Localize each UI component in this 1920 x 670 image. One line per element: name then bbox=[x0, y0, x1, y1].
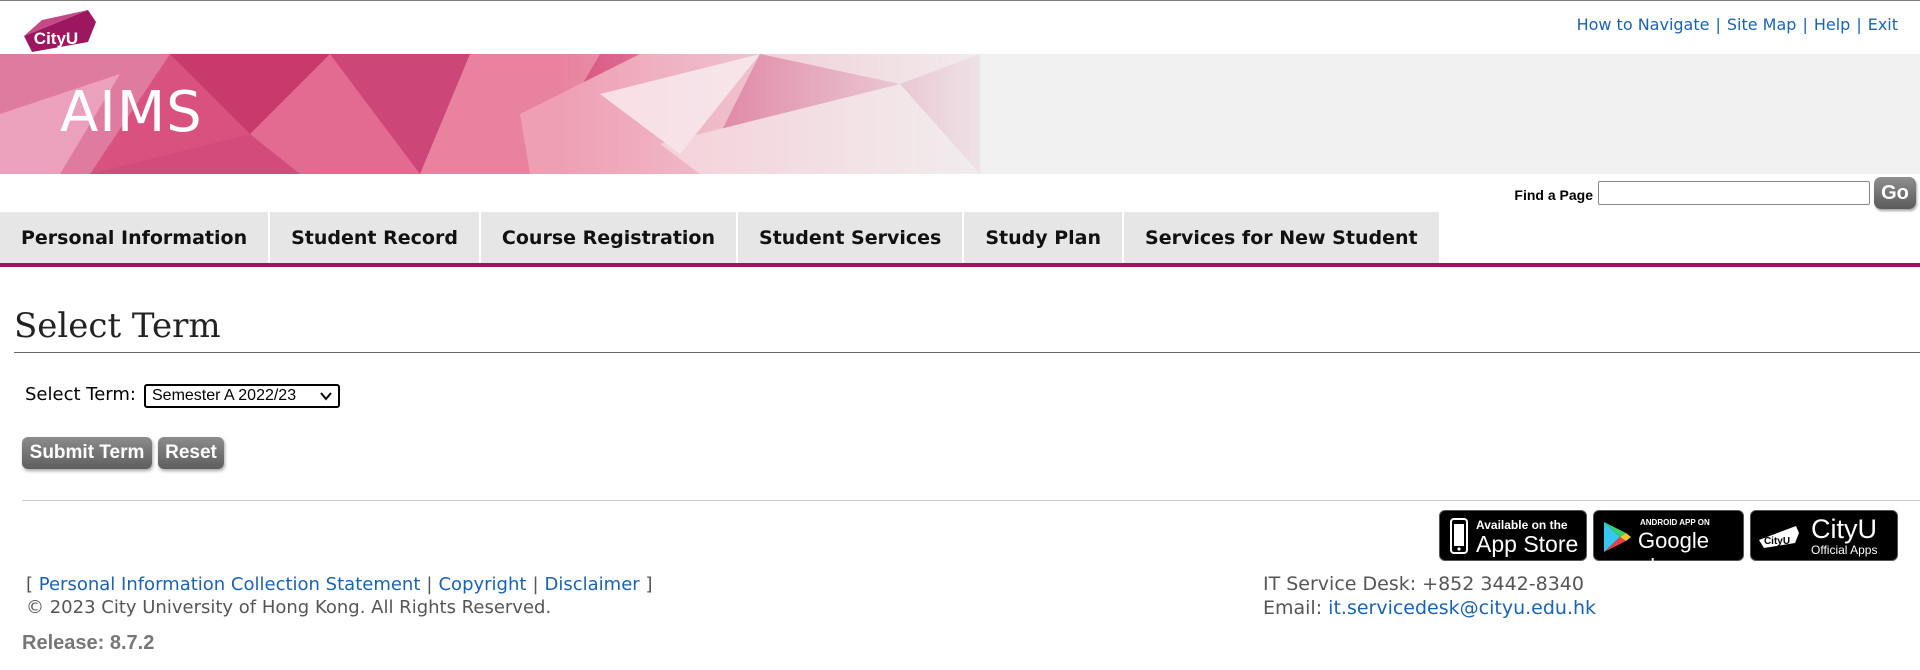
find-page-input[interactable] bbox=[1598, 181, 1870, 205]
google-play-icon bbox=[1602, 521, 1632, 557]
tab-personal-information[interactable]: Personal Information bbox=[0, 212, 271, 264]
aims-banner: AIMS bbox=[0, 54, 1920, 174]
chevron-down-icon bbox=[319, 389, 333, 408]
disclaimer-link[interactable]: Disclaimer bbox=[545, 574, 640, 595]
svg-text:CityU: CityU bbox=[34, 29, 78, 48]
submit-term-button[interactable]: Submit Term bbox=[22, 437, 152, 469]
top-border bbox=[0, 0, 1920, 1]
tab-student-record[interactable]: Student Record bbox=[270, 212, 481, 264]
release-version: Release: 8.7.2 bbox=[22, 632, 155, 654]
find-page-bar: Find a Page Go bbox=[1514, 176, 1916, 210]
content-divider bbox=[22, 500, 1920, 501]
exit-link[interactable]: Exit bbox=[1868, 15, 1898, 34]
select-term-label: Select Term: bbox=[25, 384, 136, 405]
support-email: Email: it.servicedesk@cityu.edu.hk bbox=[1263, 597, 1596, 619]
cityu-logo-icon: CityU bbox=[1758, 525, 1800, 553]
site-map-link[interactable]: Site Map bbox=[1727, 15, 1797, 34]
tab-student-services[interactable]: Student Services bbox=[738, 212, 965, 264]
app-title: AIMS bbox=[60, 80, 203, 145]
it-service-desk: IT Service Desk: +852 3442-8340 bbox=[1263, 573, 1584, 595]
term-select-value: Semester A 2022/23 bbox=[152, 387, 297, 404]
go-button[interactable]: Go bbox=[1874, 177, 1916, 209]
cityu-app-badge[interactable]: CityU CityU Official Apps bbox=[1750, 510, 1898, 561]
top-links: How to Navigate | Site Map | Help | Exit bbox=[1576, 15, 1898, 34]
cityu-logo[interactable]: CityU bbox=[22, 8, 97, 54]
find-page-label: Find a Page bbox=[1514, 187, 1593, 203]
reset-button[interactable]: Reset bbox=[158, 437, 224, 469]
copyright-link[interactable]: Copyright bbox=[438, 574, 526, 595]
footer-links: [ Personal Information Collection Statem… bbox=[26, 574, 653, 595]
help-link[interactable]: Help bbox=[1814, 15, 1850, 34]
app-store-badge[interactable]: Available on the App Store bbox=[1439, 510, 1587, 561]
main-nav: Personal Information Student Record Cour… bbox=[0, 212, 1441, 264]
copyright-text: © 2023 City University of Hong Kong. All… bbox=[26, 597, 552, 618]
page-title: Select Term bbox=[14, 306, 221, 346]
term-select[interactable]: Semester A 2022/23 bbox=[144, 384, 340, 408]
tab-study-plan[interactable]: Study Plan bbox=[964, 212, 1125, 264]
how-to-navigate-link[interactable]: How to Navigate bbox=[1577, 15, 1710, 34]
title-divider bbox=[14, 352, 1920, 353]
google-play-badge[interactable]: ANDROID APP ON Google play bbox=[1593, 510, 1744, 579]
tab-course-registration[interactable]: Course Registration bbox=[480, 212, 739, 264]
tab-services-for-new-student[interactable]: Services for New Student bbox=[1124, 212, 1441, 264]
email-label: Email: bbox=[1263, 597, 1323, 619]
phone-icon bbox=[1450, 518, 1468, 558]
support-email-link[interactable]: it.servicedesk@cityu.edu.hk bbox=[1328, 597, 1596, 619]
nav-divider bbox=[0, 263, 1920, 267]
svg-text:CityU: CityU bbox=[1764, 536, 1790, 547]
privacy-statement-link[interactable]: Personal Information Collection Statemen… bbox=[39, 574, 421, 595]
